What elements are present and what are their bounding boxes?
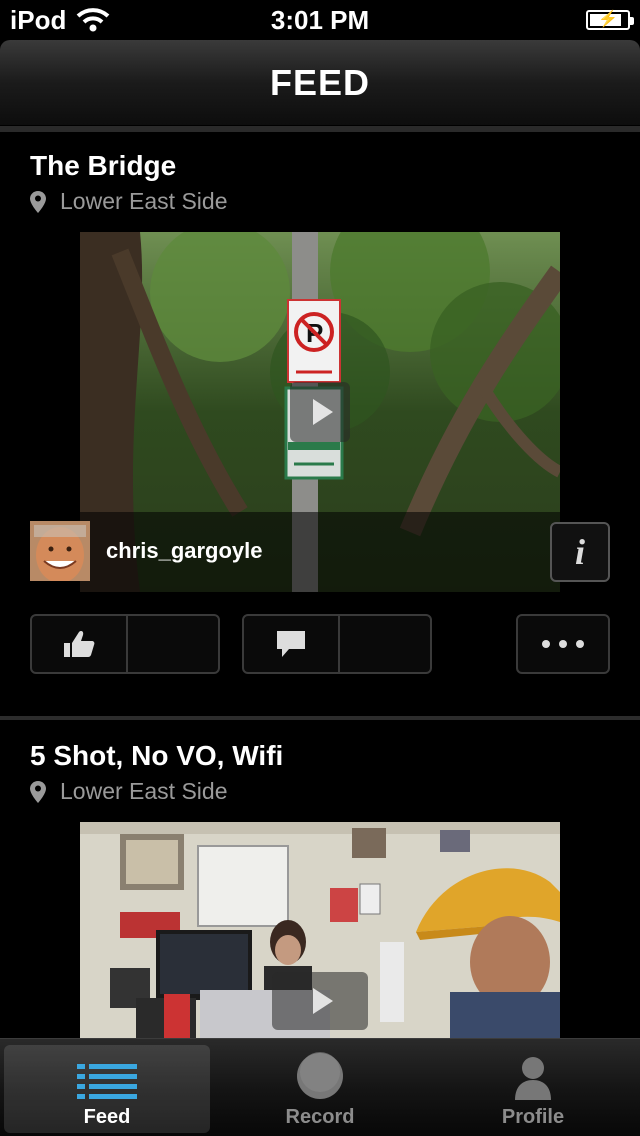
tab-feed[interactable]: Feed [4,1045,210,1133]
post-location[interactable]: Lower East Side [30,778,227,805]
video-thumbnail[interactable] [80,822,560,1038]
status-left: iPod [10,5,110,36]
location-pin-icon [30,780,46,803]
comment-count[interactable] [338,616,430,672]
battery-icon: ⚡ [586,10,634,30]
navigation-bar: FEED [0,40,640,126]
tab-bar: Feed Record Profile [0,1038,640,1136]
post-title[interactable]: The Bridge [30,150,176,182]
location-label: Lower East Side [60,188,228,214]
feed-post: 5 Shot, No VO, Wifi Lower East Side [0,722,640,1038]
play-button[interactable] [272,972,368,1030]
status-bar: iPod 3:01 PM ⚡ [0,0,640,40]
avatar[interactable] [30,521,90,581]
record-icon [297,1052,343,1099]
comment-button[interactable] [244,616,338,672]
username[interactable]: chris_gargoyle [106,538,263,564]
more-button[interactable] [516,614,610,674]
like-button[interactable] [32,616,126,672]
post-separator [0,716,640,720]
location-pin-icon [30,190,46,213]
more-dot-icon [542,640,550,648]
carrier-label: iPod [10,4,67,35]
person-icon [515,1057,551,1100]
tab-label: Record [285,1106,355,1128]
charging-bolt-icon: ⚡ [598,11,618,28]
tab-profile[interactable]: Profile [430,1045,636,1133]
location-label: Lower East Side [60,778,228,804]
like-count[interactable] [126,616,218,672]
comment-action-group [242,614,432,674]
play-icon [312,399,333,425]
play-icon [312,988,333,1014]
wifi-icon [76,8,110,32]
avatar-image [30,521,90,581]
feed-post: The Bridge Lower East Side chris_gargoyl… [0,132,640,718]
post-location[interactable]: Lower East Side [30,188,227,215]
page-title: FEED [269,61,370,103]
thumbs-up-icon [64,631,95,657]
like-action-group [30,614,220,674]
tab-record[interactable]: Record [217,1045,423,1133]
feed-list[interactable]: The Bridge Lower East Side chris_gargoyl… [0,132,640,1038]
post-title[interactable]: 5 Shot, No VO, Wifi [30,740,283,772]
info-icon: i [574,532,585,572]
more-dot-icon [576,640,584,648]
speech-bubble-icon [277,631,305,657]
info-button[interactable]: i [550,522,610,582]
play-button[interactable] [290,382,350,442]
more-dot-icon [559,640,567,648]
list-icon [77,1064,137,1099]
tab-label: Feed [83,1106,131,1128]
tab-label: Profile [501,1106,565,1128]
